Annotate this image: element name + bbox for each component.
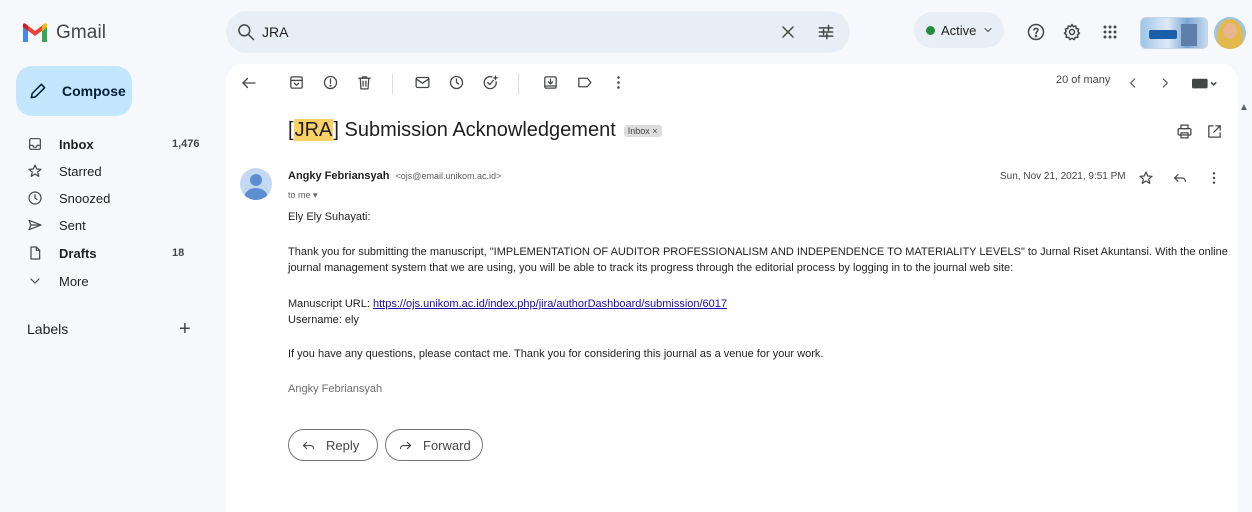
chevron-left-icon[interactable] [1126,76,1140,90]
move-to-icon[interactable] [542,74,559,91]
unread-count: 1,476 [172,138,200,150]
subject-row: [JRA] Submission Acknowledgement Inbox × [288,119,662,142]
sidebar-item-sent[interactable]: Sent [0,211,218,239]
email-paragraph: If you have any questions, please contac… [288,348,824,360]
mark-unread-icon[interactable] [414,74,431,91]
draft-count: 18 [172,247,185,259]
search-icon[interactable] [236,22,256,42]
pencil-icon [30,83,46,99]
sender-email: <ojs@email.unikom.ac.id> [395,171,502,181]
scroll-up-arrow[interactable]: ▲ [1239,102,1249,113]
label-icon[interactable] [576,74,593,91]
search-highlight: JRA [293,119,334,141]
organization-logo[interactable] [1140,17,1208,49]
manuscript-url-label: Manuscript URL: [288,298,370,310]
chevron-right-icon[interactable] [1158,76,1172,90]
email-subject: [JRA] Submission Acknowledgement [288,119,616,141]
reply-label: Reply [326,437,360,453]
archive-icon[interactable] [288,74,305,91]
more-vertical-icon[interactable] [1206,170,1222,186]
sidebar-item-snoozed[interactable]: Snoozed [0,184,218,212]
recipient-details[interactable]: to me ▾ [288,190,318,201]
email-signature: Angky Febriansyah [288,383,383,395]
labels-heading: Labels [27,321,69,337]
reply-button[interactable]: Reply [288,429,378,461]
trash-icon[interactable] [356,74,373,91]
close-icon[interactable] [778,22,798,42]
sender-avatar[interactable] [240,168,272,200]
sidebar-item-label: More [59,273,89,289]
email-greeting: Ely Ely Suhayati: [288,211,371,223]
status-dot [926,25,935,35]
sidebar: Compose Inbox 1,476 Starred Snoozed Sent… [0,64,226,512]
snooze-clock-icon[interactable] [448,74,465,91]
chevron-down-icon [30,278,40,284]
more-vertical-icon[interactable] [610,74,627,91]
email-view: 20 of many [JRA] Submission Acknowledgem… [226,64,1238,512]
username-line: Username: ely [288,314,359,326]
avatar-head [250,174,262,186]
email-date: Sun, Nov 21, 2021, 9:51 PM [1000,171,1126,182]
manuscript-link[interactable]: https://ojs.unikom.ac.id/index.php/jira/… [373,298,727,310]
star-icon [28,164,42,177]
search-bar [226,11,850,53]
sidebar-item-label: Drafts [59,245,97,261]
sidebar-item-inbox[interactable]: Inbox 1,476 [0,130,218,158]
subject-text: Submission Acknowledgement [344,119,616,141]
compose-label: Compose [62,83,126,99]
toolbar-divider [392,74,393,94]
avatar-face [1223,23,1237,39]
report-spam-icon[interactable] [322,74,339,91]
logo-banner [1149,30,1177,39]
gear-icon[interactable] [1062,22,1082,42]
sidebar-item-label: Inbox [59,136,94,152]
sidebar-item-starred[interactable]: Starred [0,157,218,185]
email-paragraph: Thank you for submitting the manuscript,… [288,246,1228,274]
file-icon [30,246,41,260]
inbox-icon [29,138,41,150]
recipient-text: to me [288,190,311,200]
sidebar-item-label: Sent [59,217,86,233]
logo-building [1181,24,1197,46]
sidebar-item-label: Starred [59,163,102,179]
clock-icon [28,191,42,205]
send-icon [28,219,42,231]
sender-name[interactable]: Angky Febriansyah [288,170,389,182]
search-input[interactable] [262,22,782,42]
sender-info: Angky Febriansyah <ojs@email.unikom.ac.i… [288,170,501,182]
forward-button[interactable]: Forward [385,429,483,461]
compose-button[interactable]: Compose [16,66,132,116]
status-dropdown[interactable]: Active [914,12,1004,48]
toolbar-divider [518,74,519,94]
app-header: Gmail Active [0,0,1252,64]
forward-icon [399,441,412,449]
add-task-icon[interactable] [482,74,499,91]
print-icon[interactable] [1176,123,1193,140]
sidebar-item-more[interactable]: More [0,267,218,295]
help-icon[interactable] [1026,22,1046,42]
keyboard-icon[interactable] [1192,77,1218,91]
search-options-icon[interactable] [816,22,836,42]
reply-icon [302,441,315,449]
gmail-logo[interactable]: Gmail [22,22,106,44]
star-icon[interactable] [1138,170,1154,186]
status-label: Active [941,22,977,38]
gmail-m-icon [23,23,47,42]
back-arrow-icon[interactable] [240,74,258,92]
reply-icon[interactable] [1172,170,1188,186]
message-toolbar: 20 of many [226,64,1238,102]
sidebar-item-label: Snoozed [59,190,111,206]
manuscript-url-line: Manuscript URL: https://ojs.unikom.ac.id… [288,296,727,312]
app-name: Gmail [56,22,107,43]
pagination-text: 20 of many [1056,74,1111,86]
label-chip[interactable]: Inbox × [623,124,662,137]
add-label-button[interactable]: + [179,318,191,341]
apps-grid-icon[interactable] [1100,22,1120,42]
avatar-body [244,188,268,200]
account-avatar[interactable] [1214,17,1246,49]
forward-label: Forward [423,437,471,453]
open-new-window-icon[interactable] [1206,123,1223,140]
chevron-down-icon [984,28,992,32]
sidebar-item-drafts[interactable]: Drafts 18 [0,239,218,267]
